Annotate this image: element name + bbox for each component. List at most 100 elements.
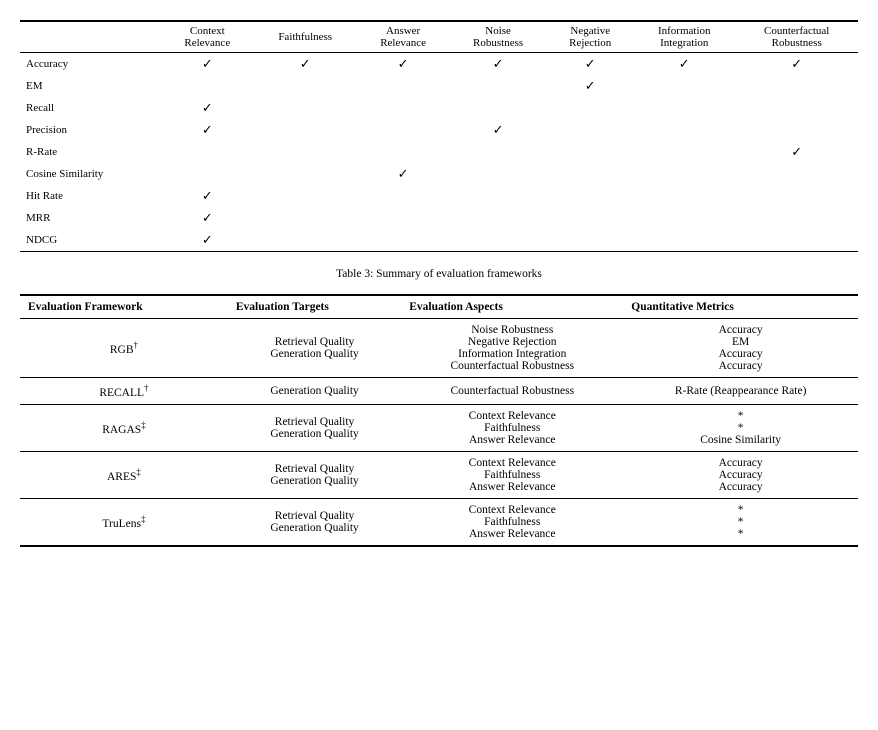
metric-check-cell: ✓ <box>449 119 547 141</box>
metric-check-cell <box>633 119 735 141</box>
metric-row-name: Recall <box>20 97 162 119</box>
metric-check-cell: ✓ <box>633 53 735 76</box>
fw-metrics: AccuracyAccuracyAccuracy <box>623 451 858 498</box>
fw-framework-name: RGB† <box>20 319 228 378</box>
metric-check-cell <box>547 185 633 207</box>
metric-check-cell: ✓ <box>162 119 254 141</box>
fw-metrics: R-Rate (Reappearance Rate) <box>623 378 858 405</box>
fw-col-header-aspects: Evaluation Aspects <box>401 295 623 319</box>
metric-check-cell: ✓ <box>162 207 254 229</box>
metric-check-cell <box>357 229 449 252</box>
fw-col-header-framework: Evaluation Framework <box>20 295 228 319</box>
col-header-counterfactual-robustness: CounterfactualRobustness <box>735 21 858 53</box>
metric-check-cell: ✓ <box>547 75 633 97</box>
metric-check-cell <box>449 207 547 229</box>
metric-row-name: Precision <box>20 119 162 141</box>
metric-check-cell: ✓ <box>253 53 357 76</box>
metric-row-name: R-Rate <box>20 141 162 163</box>
metric-check-cell: ✓ <box>162 97 254 119</box>
metric-check-cell <box>162 75 254 97</box>
metric-check-cell <box>633 163 735 185</box>
metric-check-cell <box>162 163 254 185</box>
fw-targets: Retrieval QualityGeneration Quality <box>228 319 401 378</box>
metric-check-cell: ✓ <box>735 53 858 76</box>
metric-check-cell <box>547 163 633 185</box>
metric-check-cell: ✓ <box>357 163 449 185</box>
metric-check-cell <box>735 97 858 119</box>
metric-check-cell <box>357 141 449 163</box>
metric-check-cell <box>449 141 547 163</box>
metric-check-cell <box>633 75 735 97</box>
fw-framework-name: RECALL† <box>20 378 228 405</box>
metric-check-cell <box>253 141 357 163</box>
metric-check-cell <box>162 141 254 163</box>
metric-check-cell <box>547 97 633 119</box>
metric-check-cell <box>735 163 858 185</box>
metric-check-cell <box>547 207 633 229</box>
fw-col-header-targets: Evaluation Targets <box>228 295 401 319</box>
metric-row-name: MRR <box>20 207 162 229</box>
fw-aspects: Noise RobustnessNegative RejectionInform… <box>401 319 623 378</box>
fw-framework-name: RAGAS‡ <box>20 404 228 451</box>
metric-check-cell <box>547 229 633 252</box>
metric-check-cell <box>357 207 449 229</box>
fw-targets: Retrieval QualityGeneration Quality <box>228 498 401 546</box>
metric-check-cell: ✓ <box>735 141 858 163</box>
col-header-context-relevance: ContextRelevance <box>162 21 254 53</box>
metric-check-cell <box>357 119 449 141</box>
fw-metrics: **Cosine Similarity <box>623 404 858 451</box>
fw-targets: Retrieval QualityGeneration Quality <box>228 451 401 498</box>
fw-targets: Generation Quality <box>228 378 401 405</box>
metrics-matrix-table: ContextRelevance Faithfulness AnswerRele… <box>20 20 858 252</box>
metric-check-cell <box>253 119 357 141</box>
metric-row-name: Cosine Similarity <box>20 163 162 185</box>
fw-aspects: Context RelevanceFaithfulnessAnswer Rele… <box>401 404 623 451</box>
metric-row-name: EM <box>20 75 162 97</box>
metric-check-cell: ✓ <box>162 229 254 252</box>
fw-col-header-metrics: Quantitative Metrics <box>623 295 858 319</box>
fw-aspects: Context RelevanceFaithfulnessAnswer Rele… <box>401 451 623 498</box>
fw-framework-name: ARES‡ <box>20 451 228 498</box>
metric-check-cell <box>735 185 858 207</box>
framework-table: Evaluation Framework Evaluation Targets … <box>20 294 858 547</box>
col-header-noise-robustness: NoiseRobustness <box>449 21 547 53</box>
metric-check-cell <box>253 75 357 97</box>
col-header-metric <box>20 21 162 53</box>
fw-metrics: *** <box>623 498 858 546</box>
fw-targets: Retrieval QualityGeneration Quality <box>228 404 401 451</box>
metric-check-cell <box>633 97 735 119</box>
metric-check-cell <box>547 141 633 163</box>
metric-check-cell <box>735 207 858 229</box>
metric-check-cell <box>253 163 357 185</box>
fw-metrics: AccuracyEMAccuracyAccuracy <box>623 319 858 378</box>
metric-check-cell: ✓ <box>162 53 254 76</box>
metric-check-cell <box>633 185 735 207</box>
table-caption: Table 3: Summary of evaluation framework… <box>20 268 858 280</box>
metric-check-cell: ✓ <box>547 53 633 76</box>
fw-aspects: Context RelevanceFaithfulnessAnswer Rele… <box>401 498 623 546</box>
metric-check-cell <box>253 97 357 119</box>
metric-check-cell <box>449 185 547 207</box>
metric-check-cell <box>633 141 735 163</box>
col-header-faithfulness: Faithfulness <box>253 21 357 53</box>
col-header-answer-relevance: AnswerRelevance <box>357 21 449 53</box>
col-header-information-integration: InformationIntegration <box>633 21 735 53</box>
metric-check-cell <box>449 75 547 97</box>
metric-check-cell <box>735 229 858 252</box>
metric-check-cell <box>357 185 449 207</box>
metric-check-cell <box>449 229 547 252</box>
metric-check-cell <box>633 207 735 229</box>
metric-check-cell <box>547 119 633 141</box>
metric-row-name: Hit Rate <box>20 185 162 207</box>
metric-row-name: Accuracy <box>20 53 162 76</box>
metric-check-cell <box>357 75 449 97</box>
metric-row-name: NDCG <box>20 229 162 252</box>
metric-check-cell <box>253 229 357 252</box>
metric-check-cell <box>357 97 449 119</box>
metric-check-cell <box>735 119 858 141</box>
metric-check-cell <box>449 97 547 119</box>
metric-check-cell: ✓ <box>357 53 449 76</box>
metric-check-cell <box>253 207 357 229</box>
metric-check-cell <box>633 229 735 252</box>
col-header-negative-rejection: NegativeRejection <box>547 21 633 53</box>
